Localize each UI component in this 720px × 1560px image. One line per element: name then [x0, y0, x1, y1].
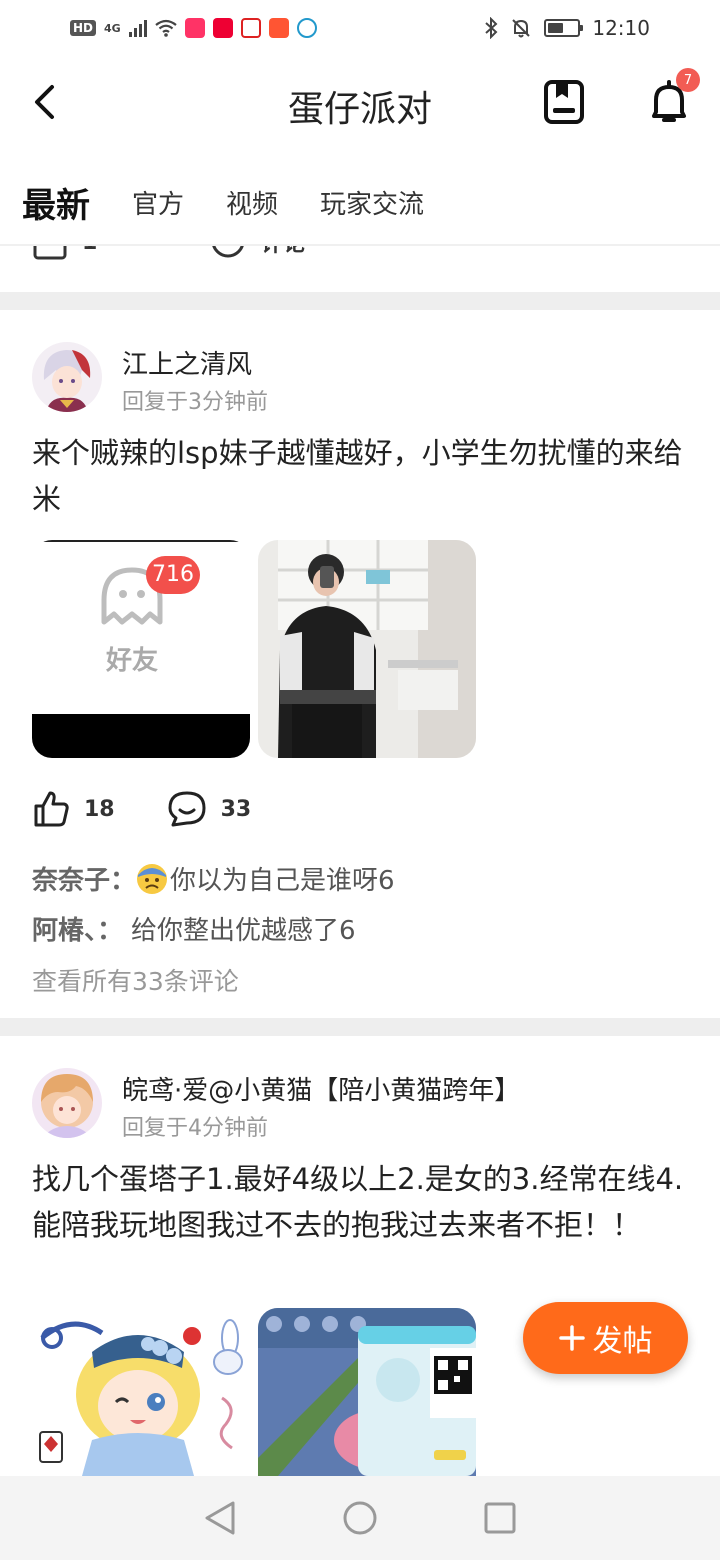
app-notification-icon	[212, 18, 233, 38]
friend-label: 好友	[105, 646, 158, 676]
author-name[interactable]: 江上之清风	[122, 344, 252, 381]
photo-thumbnail	[258, 540, 476, 758]
new-post-button[interactable]: 发帖	[523, 1302, 688, 1374]
post-card[interactable]: 江上之清风 回复于3分钟前 来个贼辣的lsp妹子越懂越好，小学生勿扰懂的来给米 …	[0, 310, 720, 1018]
comment-text: 你以为自己是谁呀6	[170, 866, 395, 896]
circle-home-icon	[343, 1501, 377, 1535]
plus-icon	[558, 1325, 585, 1351]
comment-text: 给你整出优越感了6	[131, 916, 356, 946]
post-image[interactable]: 716 好友	[32, 540, 250, 758]
author-name[interactable]: 皖鸢·爱@小黄猫【陪小黄猫跨年】	[122, 1070, 520, 1107]
tab-video[interactable]: 视频	[226, 184, 278, 221]
game-screenshot-thumbnail	[258, 1308, 476, 1476]
system-nav-bar	[0, 1476, 720, 1560]
book-icon	[544, 80, 584, 124]
post-image[interactable]	[258, 1308, 476, 1476]
reply-time: 回复于3分钟前	[122, 390, 268, 415]
friend-badge-count: 716	[152, 562, 194, 587]
network-type: 4G	[104, 21, 121, 35]
post-card[interactable]: 皖鸢·爱@小黄猫【陪小黄猫跨年】 回复于4分钟前 找几个蛋塔子1.最好4级以上2…	[0, 1036, 720, 1476]
hd-badge: HD	[70, 20, 97, 36]
nav-back-button[interactable]	[196, 1494, 244, 1542]
app-notification-icon	[240, 18, 261, 38]
post-separator	[0, 1018, 720, 1036]
post-content: 找几个蛋塔子1.最好4级以上2.是女的3.经常在线4.能陪我玩地图我过不去的抱我…	[32, 1162, 684, 1242]
avatar-image	[32, 342, 102, 412]
category-tabs: 最新 官方 视频 玩家交流	[0, 160, 720, 244]
square-recents-icon	[484, 1502, 516, 1534]
comment-icon	[212, 246, 245, 258]
page-title: 蛋仔派对	[287, 89, 432, 130]
wifi-icon	[155, 19, 177, 37]
sad-face-emoji	[137, 864, 168, 894]
tab-latest[interactable]: 最新	[22, 178, 90, 227]
prev-like-button[interactable]: 1	[32, 246, 97, 260]
see-all-comments-link[interactable]: 查看所有33条评论	[32, 962, 239, 998]
notification-badge: 7	[676, 68, 700, 92]
comment-icon	[168, 791, 206, 827]
status-bar: HD 4G 12:10	[0, 0, 720, 56]
thumbs-up-icon	[33, 246, 67, 260]
app-screen: HD 4G 12:10 蛋仔派对 7 最新 官方 视频 玩家交流 江上之清风 回…	[0, 0, 720, 1560]
comment-button[interactable]: 33	[167, 790, 252, 828]
comment-preview[interactable]: 阿椿、： 给你整出优越感了6	[32, 910, 356, 947]
guide-button[interactable]	[540, 78, 588, 126]
prev-post-actions: 1 评论	[0, 246, 720, 292]
avatar[interactable]	[32, 1068, 102, 1138]
anime-art-thumbnail	[32, 1308, 250, 1476]
clock: 12:10	[592, 16, 650, 40]
commenter-name[interactable]: 奈奈子：	[32, 866, 136, 896]
tab-official[interactable]: 官方	[132, 184, 184, 221]
post-image[interactable]	[258, 540, 476, 758]
prev-comment-label: 评论	[261, 246, 305, 258]
app-notification-icon	[296, 18, 317, 38]
battery-icon	[544, 19, 584, 37]
app-header: 蛋仔派对	[0, 56, 720, 150]
avatar-image	[32, 1068, 102, 1138]
thumbs-up-icon	[34, 791, 69, 827]
new-post-label: 发帖	[592, 1324, 653, 1359]
bluetooth-icon	[485, 17, 498, 39]
mute-icon	[512, 19, 531, 38]
prev-like-count: 1	[82, 246, 97, 255]
reply-time: 回复于4分钟前	[122, 1116, 268, 1141]
nav-recents-button[interactable]	[476, 1494, 524, 1542]
post-actions: 18 33	[32, 790, 303, 828]
like-button[interactable]: 18	[32, 790, 115, 828]
avatar[interactable]	[32, 342, 102, 412]
app-notification-icon	[184, 18, 205, 38]
like-count: 18	[84, 796, 115, 822]
nav-home-button[interactable]	[336, 1494, 384, 1542]
post-image[interactable]	[32, 1308, 250, 1476]
signal-icon	[128, 19, 147, 37]
commenter-name[interactable]: 阿椿、：	[32, 916, 123, 946]
tab-player-chat[interactable]: 玩家交流	[320, 184, 424, 221]
app-notification-icon	[268, 18, 289, 38]
comment-count: 33	[220, 796, 252, 822]
post-content: 来个贼辣的lsp妹子越懂越好，小学生勿扰懂的来给米	[32, 436, 683, 516]
prev-comment-button[interactable]: 评论	[209, 246, 305, 260]
comment-preview[interactable]: 奈奈子： 你以为自己是谁呀6	[32, 860, 395, 897]
post-separator	[0, 292, 720, 310]
triangle-back-icon	[205, 1501, 235, 1535]
